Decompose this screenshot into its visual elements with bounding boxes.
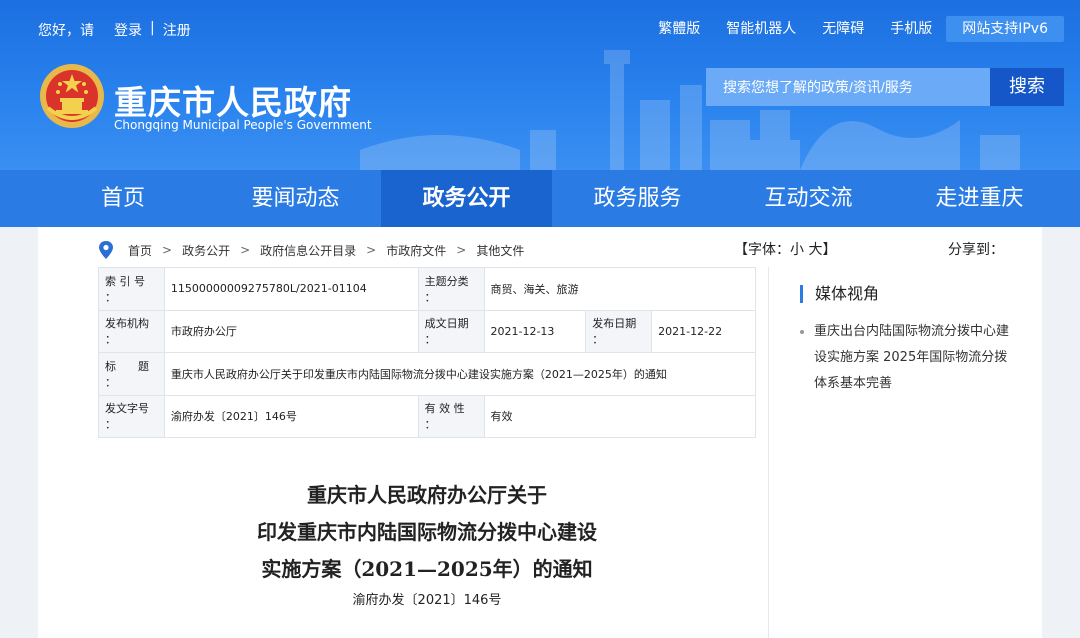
breadcrumb: 首页 > 政务公开 > 政府信息公开目录 > 市政府文件 > 其他文件 bbox=[98, 241, 524, 259]
font-small-button[interactable]: 小 bbox=[790, 242, 804, 258]
nav-about-chongqing[interactable]: 走进重庆 bbox=[894, 170, 1065, 227]
index-label: 索 引 号 ： bbox=[98, 267, 165, 311]
national-emblem-icon bbox=[40, 64, 104, 128]
nav-government-affairs[interactable]: 政务公开 bbox=[381, 170, 552, 227]
document-title-line: 印发重庆市内陆国际物流分拨中心建设 bbox=[257, 520, 597, 544]
font-size-label: 【字体： bbox=[734, 242, 790, 258]
register-link[interactable]: 注册 bbox=[163, 20, 191, 40]
created-date-label: 成文日期 ： bbox=[417, 309, 485, 353]
location-pin-icon bbox=[99, 241, 113, 259]
nav-interaction[interactable]: 互动交流 bbox=[723, 170, 894, 227]
issuer-value: 市政府办公厅 bbox=[163, 309, 419, 353]
breadcrumb-disclosure-catalog[interactable]: 政府信息公开目录 bbox=[260, 242, 356, 259]
user-greeting: 您好，请 登录 | 注册 bbox=[38, 20, 191, 40]
docno-label: 发文字号 ： bbox=[98, 394, 165, 438]
nav-news[interactable]: 要闻动态 bbox=[210, 170, 381, 227]
media-article-link[interactable]: 重庆出台内陆国际物流分拨中心建设实施方案 2025年国际物流分拨体系基本完善 bbox=[814, 324, 1009, 391]
validity-label: 有 效 性 ： bbox=[417, 394, 485, 438]
site-subtitle: Chongqing Municipal People's Government bbox=[114, 118, 372, 132]
title-value: 重庆市人民政府办公厅关于印发重庆市内陆国际物流分拨中心建设实施方案（2021—2… bbox=[163, 352, 757, 396]
breadcrumb-separator: > bbox=[240, 243, 251, 257]
document-number: 渝府办发〔2021〕146号 bbox=[352, 593, 502, 608]
font-large-button[interactable]: 大 bbox=[808, 242, 822, 258]
topic-value: 商贸、海关、旅游 bbox=[483, 267, 756, 311]
topic-label: 主题分类 ： bbox=[417, 267, 485, 311]
media-perspective-title: 媒体视角 bbox=[800, 285, 879, 303]
document-title-line: 实施方案（2021—2025年）的通知 bbox=[261, 557, 593, 581]
document-meta-table: 索 引 号 ： 11500000009275780L/2021-01104 主题… bbox=[98, 267, 757, 438]
published-date-value: 2021-12-22 bbox=[651, 309, 756, 353]
font-size-end: 】 bbox=[822, 242, 837, 258]
table-row: 索 引 号 ： 11500000009275780L/2021-01104 主题… bbox=[98, 267, 756, 311]
breadcrumb-other-documents[interactable]: 其他文件 bbox=[476, 242, 524, 259]
breadcrumb-separator: > bbox=[456, 243, 467, 257]
list-item[interactable]: 重庆出台内陆国际物流分拨中心建设实施方案 2025年国际物流分拨体系基本完善 bbox=[800, 319, 1020, 397]
breadcrumb-gov-affairs[interactable]: 政务公开 bbox=[182, 242, 230, 259]
search-input[interactable] bbox=[706, 68, 990, 106]
published-date-label: 发布日期 ： bbox=[585, 309, 653, 353]
validity-value: 有效 bbox=[483, 394, 756, 438]
created-date-value: 2021-12-13 bbox=[483, 309, 587, 353]
mobile-version-link[interactable]: 手机版 bbox=[890, 16, 932, 42]
bullet-dot-icon bbox=[800, 330, 804, 334]
breadcrumb-municipal-documents[interactable]: 市政府文件 bbox=[386, 242, 446, 259]
nav-home[interactable]: 首页 bbox=[0, 170, 210, 227]
content-area: 首页 > 政务公开 > 政府信息公开目录 > 市政府文件 > 其他文件 【字体：… bbox=[38, 227, 1042, 638]
table-row: 标 题 ： 重庆市人民政府办公厅关于印发重庆市内陆国际物流分拨中心建设实施方案（… bbox=[98, 352, 757, 396]
ipv6-badge: 网站支持IPv6 bbox=[946, 16, 1064, 42]
column-divider bbox=[768, 267, 769, 638]
title-label: 标 题 ： bbox=[98, 352, 165, 396]
document-title: 重庆市人民政府办公厅关于 印发重庆市内陆国际物流分拨中心建设 实施方案（2021… bbox=[98, 477, 756, 588]
table-row: 发布机构 ： 市政府办公厅 成文日期 ： 2021-12-13 发布日期 ： 2… bbox=[98, 309, 756, 353]
top-links: 繁體版 智能机器人 无障碍 手机版 网站支持IPv6 bbox=[632, 16, 1064, 42]
site-header: 您好，请 登录 | 注册 繁體版 智能机器人 无障碍 手机版 网站支持IPv6 … bbox=[0, 0, 1080, 170]
traditional-chinese-link[interactable]: 繁體版 bbox=[658, 16, 700, 42]
index-value: 11500000009275780L/2021-01104 bbox=[163, 267, 419, 311]
accessibility-link[interactable]: 无障碍 bbox=[822, 16, 864, 42]
greeting-divider: | bbox=[150, 20, 155, 36]
top-bar: 您好，请 登录 | 注册 繁體版 智能机器人 无障碍 手机版 网站支持IPv6 bbox=[0, 0, 1080, 56]
docno-value: 渝府办发〔2021〕146号 bbox=[163, 394, 419, 438]
breadcrumb-separator: > bbox=[162, 243, 173, 257]
nav-services[interactable]: 政务服务 bbox=[552, 170, 723, 227]
document-title-line: 重庆市人民政府办公厅关于 bbox=[307, 483, 547, 507]
share-label: 分享到： bbox=[948, 242, 1004, 258]
breadcrumb-home[interactable]: 首页 bbox=[128, 242, 152, 259]
search-button[interactable]: 搜索 bbox=[990, 68, 1064, 106]
greeting-text: 您好，请 bbox=[38, 23, 94, 39]
main-nav: 首页 要闻动态 政务公开 政务服务 互动交流 走进重庆 bbox=[0, 170, 1080, 227]
smart-robot-link[interactable]: 智能机器人 bbox=[726, 16, 796, 42]
site-title: 重庆市人民政府 bbox=[114, 83, 352, 122]
issuer-label: 发布机构 ： bbox=[98, 309, 165, 353]
breadcrumb-separator: > bbox=[366, 243, 377, 257]
font-size-control: 【字体：小 大】 bbox=[734, 239, 836, 259]
table-row: 发文字号 ： 渝府办发〔2021〕146号 有 效 性 ： 有效 bbox=[98, 394, 756, 438]
login-link[interactable]: 登录 bbox=[114, 20, 142, 40]
